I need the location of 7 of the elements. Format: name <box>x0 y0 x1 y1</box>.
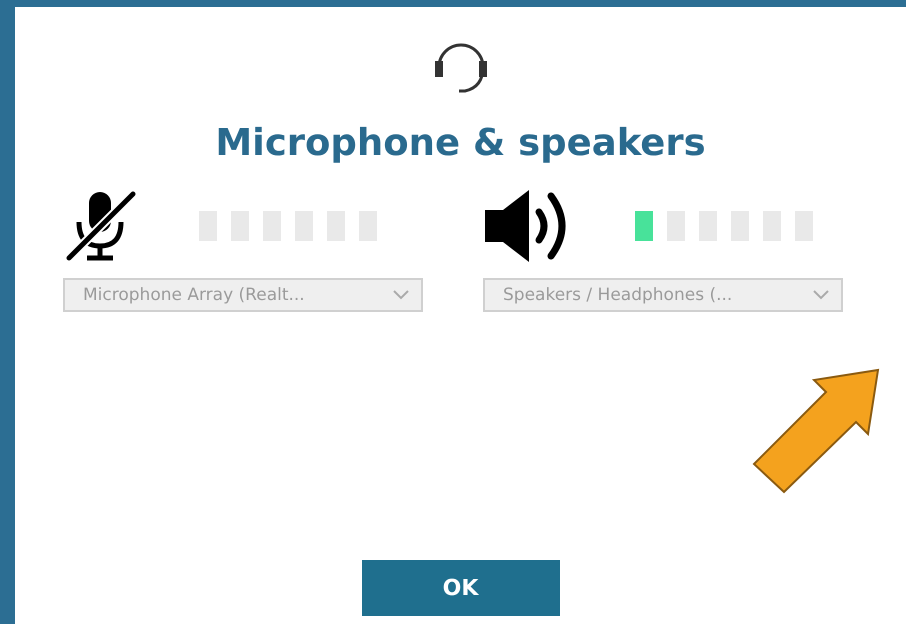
arrow-icon <box>750 368 882 494</box>
ok-button[interactable]: OK <box>362 560 560 616</box>
dialog-title: Microphone & speakers <box>215 121 706 164</box>
device-dropdown[interactable]: Microphone Array (Realt... <box>63 278 423 312</box>
chevron-icon <box>813 290 829 300</box>
device-dropdown[interactable]: Speakers / Headphones (... <box>483 278 843 312</box>
chevron-icon <box>393 290 409 300</box>
